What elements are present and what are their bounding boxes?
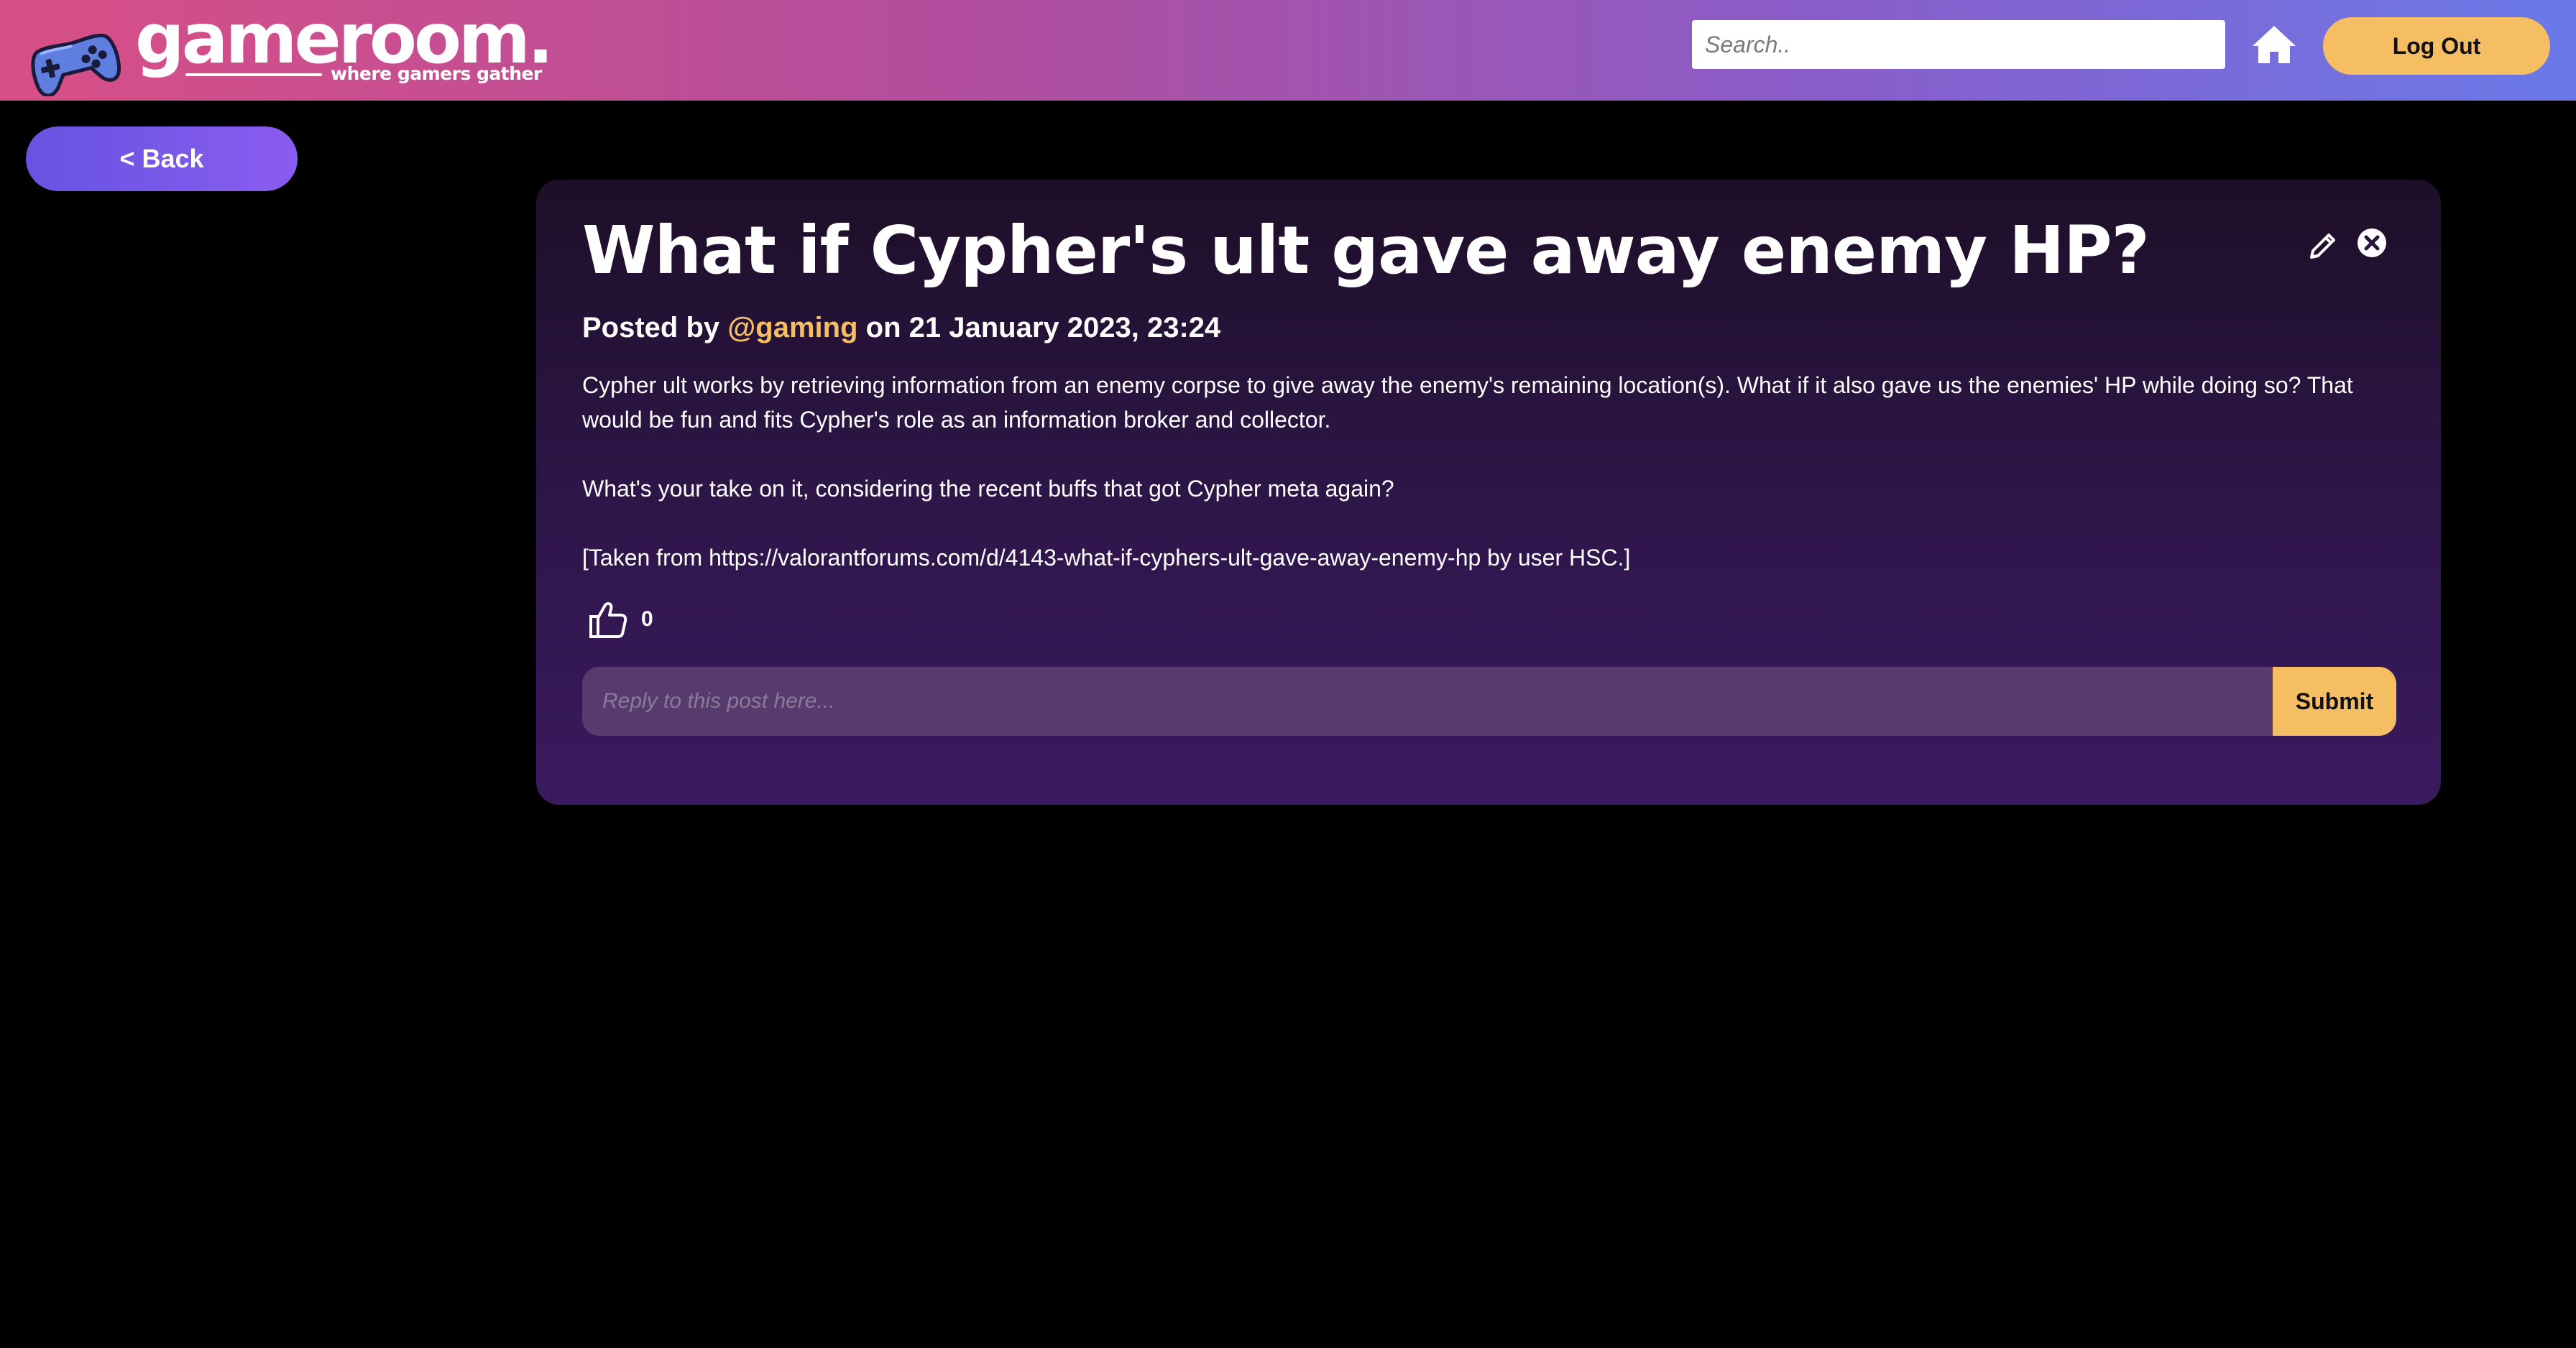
post-card: What if Cypher's ult gave away enemy HP?… (536, 180, 2441, 805)
post-paragraph: [Taken from https://valorantforums.com/d… (582, 545, 1631, 571)
reply-input[interactable] (582, 667, 2293, 736)
gamepad-logo-icon (31, 33, 121, 96)
like-row: 0 (586, 596, 653, 642)
submit-button[interactable]: Submit (2273, 667, 2396, 736)
thumbs-up-icon[interactable] (586, 599, 630, 640)
edit-icon[interactable] (2304, 227, 2342, 264)
logo-underline (185, 73, 322, 76)
post-date: 21 January 2023, 23:24 (908, 312, 1221, 343)
home-icon (2253, 26, 2296, 63)
posted-by-label: Posted by (582, 312, 720, 343)
post-author-link[interactable]: @gaming (727, 312, 857, 343)
date-prefix: on (865, 312, 901, 343)
back-button[interactable]: < Back (26, 126, 298, 191)
post-meta: Posted by @gaming on 21 January 2023, 23… (582, 312, 1220, 344)
logo-tagline: where gamers gather (331, 63, 542, 84)
logout-button[interactable]: Log Out (2323, 17, 2550, 75)
site-logo[interactable]: gameroom. where gamers gather (26, 4, 553, 96)
like-count: 0 (641, 607, 653, 631)
post-paragraph: Cypher ult works by retrieving informati… (582, 372, 2353, 433)
delete-icon[interactable] (2355, 226, 2389, 260)
post-paragraph: What's your take on it, considering the … (582, 476, 1394, 502)
post-title: What if Cypher's ult gave away enemy HP? (582, 212, 2150, 289)
home-button[interactable] (2248, 20, 2300, 69)
post-body: Cypher ult works by retrieving informati… (582, 368, 2408, 609)
search-input[interactable] (1692, 20, 2225, 69)
top-navigation-bar: gameroom. where gamers gather Log Out (0, 0, 2576, 101)
